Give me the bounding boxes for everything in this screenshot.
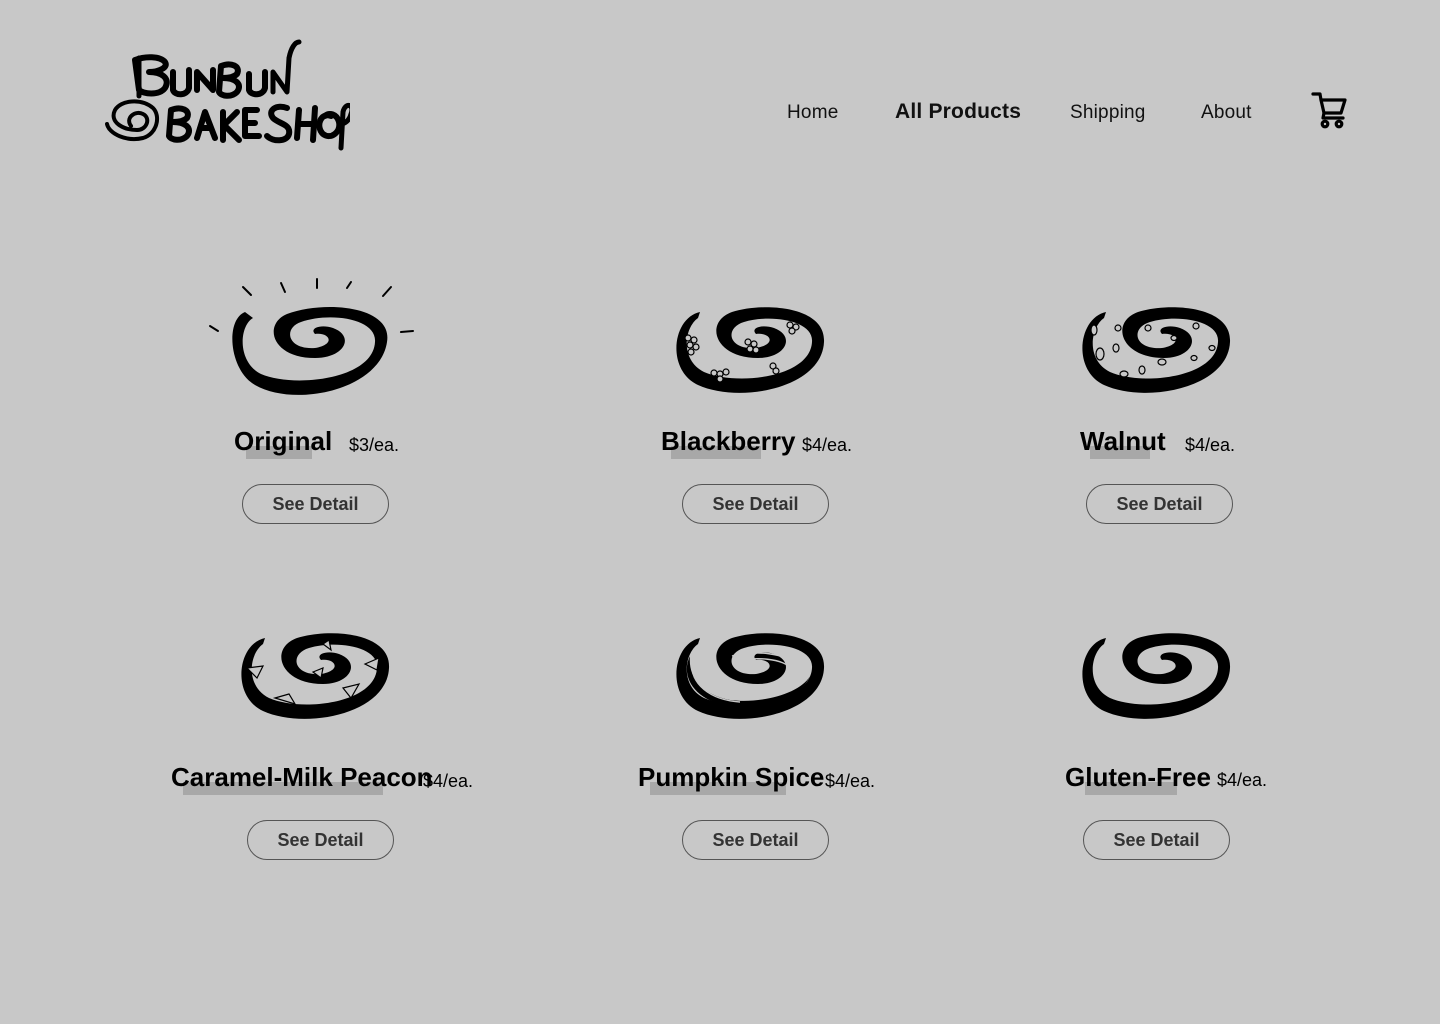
nav-all-products[interactable]: All Products (895, 100, 1021, 124)
logo-graphic (105, 39, 355, 151)
see-detail-button-pumpkin-spice[interactable]: See Detail (682, 820, 829, 860)
nav-about[interactable]: About (1201, 102, 1252, 124)
page: Home All Products Shipping About Origina… (0, 0, 1440, 1024)
product-name: Blackberry (661, 426, 796, 456)
product-name: Pumpkin Spice (638, 762, 825, 792)
product-price: $4/ea. (825, 771, 876, 791)
product-name: Original (234, 426, 333, 456)
cinnamon-roll-walnut-icon (1082, 307, 1231, 393)
cinnamon-roll-pumpkin-icon (676, 633, 825, 719)
product-price: $3/ea. (349, 435, 400, 455)
product-price: $4/ea. (802, 435, 853, 455)
product-name: Gluten-Free (1065, 762, 1211, 792)
nav-shipping[interactable]: Shipping (1070, 102, 1146, 124)
cinnamon-roll-pecan-icon (241, 633, 390, 719)
product-price: $4/ea. (1185, 435, 1236, 455)
product-name: Caramel-Milk Peacon (171, 762, 433, 792)
product-image-blackberry[interactable] (640, 270, 860, 410)
shopping-cart-icon (1311, 92, 1347, 129)
cinnamon-roll-blackberry-icon (676, 307, 825, 393)
see-detail-button-gluten-free[interactable]: See Detail (1083, 820, 1230, 860)
product-image-walnut[interactable] (1046, 270, 1266, 410)
product-price: $4/ea. (1217, 770, 1268, 790)
see-detail-button-original[interactable]: See Detail (242, 484, 389, 524)
see-detail-button-blackberry[interactable]: See Detail (682, 484, 829, 524)
cinnamon-roll-plain-icon (1082, 633, 1231, 719)
cinnamon-roll-glowing-icon (209, 278, 414, 395)
product-image-caramel-milk-peacon[interactable] (205, 596, 425, 736)
cart-button[interactable] (1311, 90, 1349, 130)
bunbun-bake-shop-logo[interactable] (105, 38, 355, 156)
product-name: Walnut (1080, 426, 1166, 456)
nav-home[interactable]: Home (787, 102, 838, 124)
product-image-original[interactable] (205, 270, 425, 410)
see-detail-button-walnut[interactable]: See Detail (1086, 484, 1233, 524)
product-image-gluten-free[interactable] (1046, 596, 1266, 736)
product-image-pumpkin-spice[interactable] (640, 596, 860, 736)
see-detail-button-caramel-milk-peacon[interactable]: See Detail (247, 820, 394, 860)
